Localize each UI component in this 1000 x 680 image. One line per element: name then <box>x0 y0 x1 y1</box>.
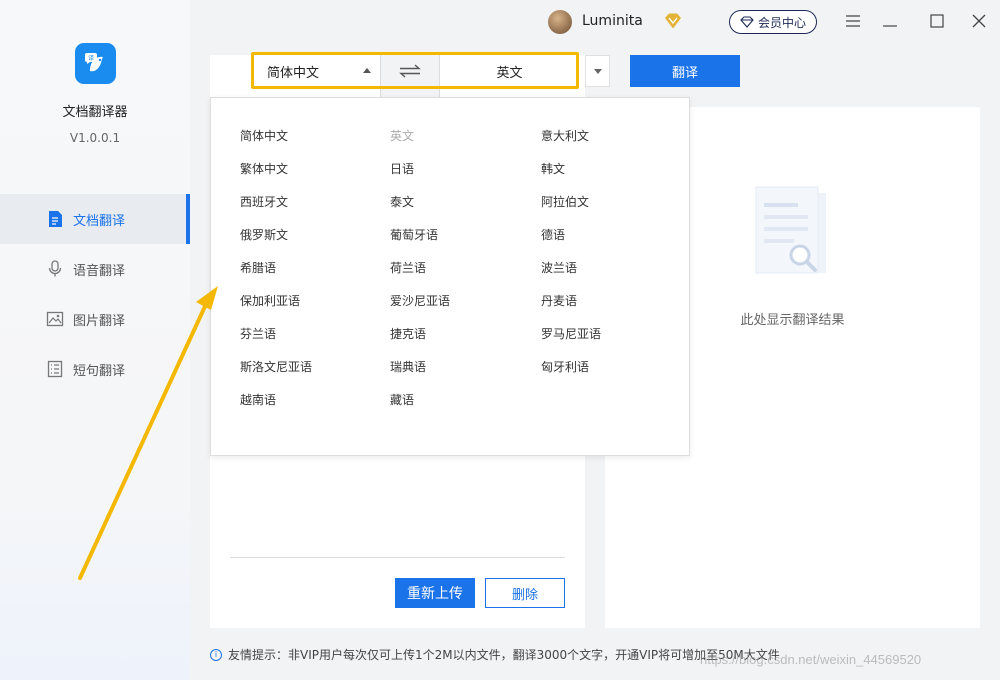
source-language-value: 简体中文 <box>267 65 320 81</box>
target-language-value: 英文 <box>496 65 523 81</box>
language-option[interactable]: 丹麦语 <box>541 292 577 309</box>
delete-button[interactable]: 删除 <box>485 578 565 608</box>
info-icon: i <box>210 648 222 661</box>
member-center-button[interactable]: 会员中心 <box>729 10 817 34</box>
divider <box>230 557 565 558</box>
maximize-button[interactable] <box>927 11 947 31</box>
vip-diamond-icon <box>665 13 681 29</box>
translate-button[interactable]: 翻译 <box>630 55 740 87</box>
language-option[interactable]: 爱沙尼亚语 <box>390 292 450 309</box>
language-option[interactable]: 波兰语 <box>541 259 577 276</box>
language-option[interactable]: 繁体中文 <box>240 160 288 177</box>
app-name: 文档翻译器 <box>62 105 128 120</box>
sidebar-item-voice-translate[interactable]: 语音翻译 <box>0 244 190 294</box>
language-option[interactable]: 捷克语 <box>390 325 426 342</box>
language-option[interactable]: 日语 <box>390 160 414 177</box>
language-option[interactable]: 简体中文 <box>240 127 288 144</box>
language-option[interactable]: 阿拉伯文 <box>541 193 589 210</box>
footer-tip-text: 友情提示：非VIP用户每次仅可上传1个2M以内文件，翻译3000个文字，开通VI… <box>228 648 780 662</box>
sidebar-item-label: 语音翻译 <box>73 263 126 279</box>
swap-icon <box>399 64 421 78</box>
member-center-label: 会员中心 <box>757 15 806 30</box>
language-option[interactable]: 泰文 <box>390 193 414 210</box>
reupload-button[interactable]: 重新上传 <box>395 578 475 608</box>
swap-languages-button[interactable] <box>380 55 440 97</box>
close-icon <box>972 14 986 28</box>
sidebar-item-sentence-translate[interactable]: 短句翻译 <box>0 344 190 394</box>
document-icon <box>49 211 62 227</box>
language-option[interactable]: 瑞典语 <box>390 358 426 375</box>
sidebar-item-image-translate[interactable]: 图片翻译 <box>0 294 190 344</box>
maximize-icon <box>930 14 944 28</box>
language-option[interactable]: 越南语 <box>240 391 276 408</box>
language-option[interactable]: 韩文 <box>541 160 565 177</box>
sidebar-item-label: 短句翻译 <box>73 363 126 379</box>
microphone-icon <box>48 260 62 277</box>
username[interactable]: Luminita <box>582 13 643 29</box>
language-option[interactable]: 罗马尼亚语 <box>541 325 601 342</box>
language-option-disabled: 英文 <box>390 129 415 143</box>
svg-text:译: 译 <box>87 54 93 62</box>
language-option[interactable]: 藏语 <box>390 391 414 408</box>
app-version: V1.0.0.1 <box>69 131 121 145</box>
language-option[interactable]: 俄罗斯文 <box>240 226 288 243</box>
sidebar-item-label: 文档翻译 <box>73 213 126 229</box>
app-logo-icon: 译 <box>75 43 116 84</box>
caret-up-icon <box>363 68 371 73</box>
language-option[interactable]: 德语 <box>541 226 565 243</box>
language-option[interactable]: 斯洛文尼亚语 <box>240 358 312 375</box>
target-language-select[interactable]: 英文 <box>441 55 578 87</box>
text-icon <box>47 360 63 378</box>
language-option[interactable]: 保加利亚语 <box>240 292 300 309</box>
language-option[interactable]: 匈牙利语 <box>541 358 589 375</box>
close-button[interactable] <box>969 11 989 31</box>
sidebar: 译 文档翻译器 V1.0.0.1 文档翻译 语音翻译 图片翻译 短句翻译 <box>0 0 190 680</box>
language-dropdown: 简体中文 繁体中文 西班牙文 俄罗斯文 希腊语 保加利亚语 芬兰语 斯洛文尼亚语… <box>210 97 690 456</box>
avatar[interactable] <box>548 10 572 34</box>
language-option[interactable]: 荷兰语 <box>390 259 426 276</box>
language-option[interactable]: 希腊语 <box>240 259 276 276</box>
watermark: https://blog.csdn.net/weixin_44569520 <box>700 652 922 667</box>
menu-icon <box>846 15 860 27</box>
footer-tip: i 友情提示：非VIP用户每次仅可上传1个2M以内文件，翻译3000个文字，开通… <box>210 646 780 663</box>
diamond-icon <box>740 16 754 28</box>
minimize-button[interactable] <box>880 11 900 31</box>
document-search-icon <box>755 186 826 274</box>
source-language-select[interactable]: 简体中文 <box>254 55 380 87</box>
sidebar-item-label: 图片翻译 <box>73 313 126 329</box>
language-option[interactable]: 葡萄牙语 <box>390 226 438 243</box>
menu-button[interactable] <box>843 11 863 31</box>
language-option[interactable]: 芬兰语 <box>240 325 276 342</box>
language-option[interactable]: 西班牙文 <box>240 193 288 210</box>
target-language-dropdown-button[interactable] <box>585 55 610 87</box>
sidebar-item-document-translate[interactable]: 文档翻译 <box>0 194 190 244</box>
language-option[interactable]: 意大利文 <box>541 127 589 144</box>
image-icon <box>46 311 64 327</box>
minimize-icon <box>883 25 897 27</box>
